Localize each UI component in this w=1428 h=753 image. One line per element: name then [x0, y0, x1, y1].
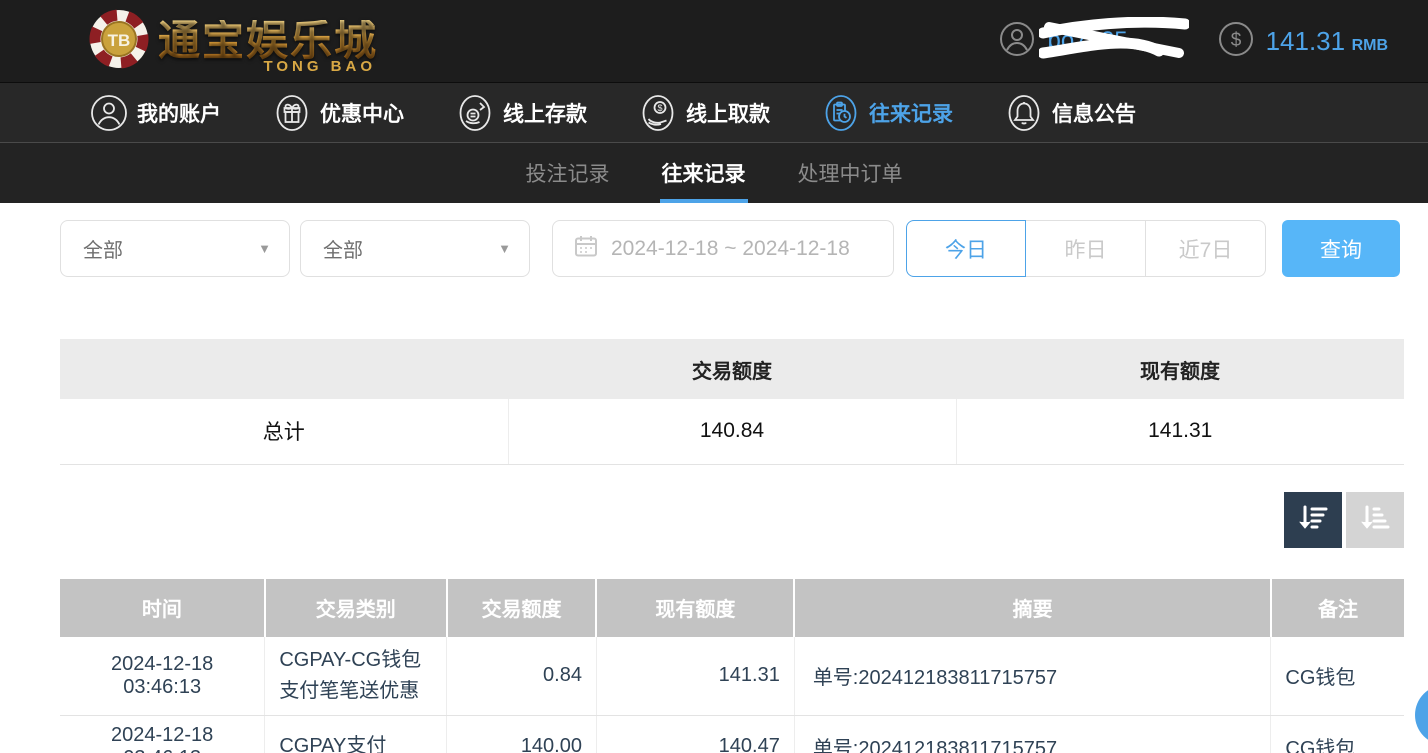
record-summary: 单号:202412183811715757 [794, 637, 1271, 716]
sort-ascending-button[interactable] [1346, 492, 1404, 548]
deposit-icon [456, 94, 494, 132]
user-icon [90, 94, 128, 132]
user-avatar-icon [999, 21, 1035, 62]
withdraw-icon: $ [639, 94, 677, 132]
col-header-note: 备注 [1271, 579, 1404, 637]
chevron-down-icon: ▼ [498, 241, 511, 256]
brand-title: 通宝娱乐城 [158, 20, 378, 62]
svg-text:$: $ [657, 103, 662, 113]
record-category: CGPAY-CG钱包支付笔笔送优惠 [265, 637, 447, 716]
casino-chip-icon: TB [88, 8, 150, 75]
quick-date-buttons: 今日 昨日 近7日 [906, 220, 1266, 277]
summary-header-transaction: 交易额度 [508, 339, 956, 399]
chevron-down-icon: ▼ [258, 241, 271, 256]
top-header: TB 通宝娱乐城 TONG BAO bo7325 [0, 0, 1428, 82]
username-text: bo7325 [1047, 27, 1127, 54]
nav-item-deposit[interactable]: 线上存款 [456, 94, 587, 132]
tab-transaction-records[interactable]: 往来记录 [660, 143, 748, 203]
yesterday-button[interactable]: 昨日 [1026, 220, 1146, 277]
sub-tabs: 投注记录 往来记录 处理中订单 [0, 143, 1428, 203]
record-time: 2024-12-18 03:46:13 [60, 637, 265, 716]
summary-total-label: 总计 [60, 399, 508, 464]
calendar-icon [573, 233, 599, 265]
nav-item-my-account[interactable]: 我的账户 [90, 94, 221, 132]
records-table: 时间 交易类别 交易额度 现有额度 摘要 备注 2024-12-18 03:46… [60, 579, 1404, 753]
svg-text:TB: TB [108, 31, 131, 50]
record-amount: 0.84 [447, 637, 597, 716]
summary-table: 交易额度 现有额度 总计 140.84 141.31 [60, 339, 1404, 465]
date-range-input[interactable]: 2024-12-18 ~ 2024-12-18 [552, 220, 894, 277]
record-note: CG钱包 [1271, 715, 1404, 753]
nav-item-announcements[interactable]: 信息公告 [1005, 94, 1136, 132]
table-row: 2024-12-18 03:46:13 CGPAY支付 140.00 140.4… [60, 715, 1404, 753]
method-select[interactable]: 全部 ▼ [300, 220, 530, 277]
last7days-button[interactable]: 近7日 [1146, 220, 1266, 277]
balance-display[interactable]: $ 141.31 RMB [1218, 21, 1388, 62]
summary-total-transaction: 140.84 [508, 399, 956, 464]
balance-amount: 141.31 [1266, 26, 1346, 56]
user-account[interactable]: bo7325 [999, 21, 1127, 62]
record-balance: 140.47 [596, 715, 794, 753]
page: TB 通宝娱乐城 TONG BAO bo7325 [0, 0, 1428, 753]
balance-currency: RMB [1352, 37, 1388, 54]
table-row: 2024-12-18 03:46:13 CGPAY-CG钱包支付笔笔送优惠 0.… [60, 637, 1404, 716]
record-summary: 单号:202412183811715757 [794, 715, 1271, 753]
search-button[interactable]: 查询 [1282, 220, 1400, 277]
type-select[interactable]: 全部 ▼ [60, 220, 290, 277]
record-balance: 141.31 [596, 637, 794, 716]
record-time: 2024-12-18 03:46:13 [60, 715, 265, 753]
content: 全部 ▼ 全部 ▼ 2024-12-18 ~ 2024-12-18 [0, 203, 1428, 753]
nav-item-promotions[interactable]: 优惠中心 [273, 94, 404, 132]
col-header-amount: 交易额度 [447, 579, 597, 637]
svg-text:$: $ [1230, 30, 1241, 51]
date-range-text: 2024-12-18 ~ 2024-12-18 [611, 237, 850, 261]
record-note: CG钱包 [1271, 637, 1404, 716]
gift-icon [273, 94, 311, 132]
record-category: CGPAY支付 [265, 715, 447, 753]
sort-ascending-icon [1359, 503, 1391, 536]
sort-controls [60, 492, 1404, 548]
filter-row: 全部 ▼ 全部 ▼ 2024-12-18 ~ 2024-12-18 [60, 220, 1404, 277]
today-button[interactable]: 今日 [906, 220, 1026, 277]
summary-header-balance: 现有额度 [956, 339, 1404, 399]
brand-logo[interactable]: TB 通宝娱乐城 TONG BAO [88, 8, 378, 75]
tab-betting-records[interactable]: 投注记录 [524, 143, 612, 203]
col-header-time: 时间 [60, 579, 265, 637]
col-header-balance: 现有额度 [596, 579, 794, 637]
bell-icon [1005, 94, 1043, 132]
summary-total-row: 总计 140.84 141.31 [60, 399, 1404, 464]
records-icon [822, 94, 860, 132]
dollar-circle-icon: $ [1218, 21, 1254, 62]
col-header-summary: 摘要 [794, 579, 1271, 637]
brand-subtitle: TONG BAO [263, 59, 376, 74]
col-header-category: 交易类别 [265, 579, 447, 637]
summary-total-balance: 141.31 [956, 399, 1404, 464]
summary-header-blank [60, 339, 508, 399]
nav-item-withdraw[interactable]: $ 线上取款 [639, 94, 770, 132]
main-nav: 我的账户 优惠中心 [0, 82, 1428, 143]
nav-item-transaction-records[interactable]: 往来记录 [822, 94, 953, 132]
record-amount: 140.00 [447, 715, 597, 753]
tab-pending-orders[interactable]: 处理中订单 [796, 143, 905, 203]
sort-descending-button[interactable] [1284, 492, 1342, 548]
sort-descending-icon [1297, 503, 1329, 536]
